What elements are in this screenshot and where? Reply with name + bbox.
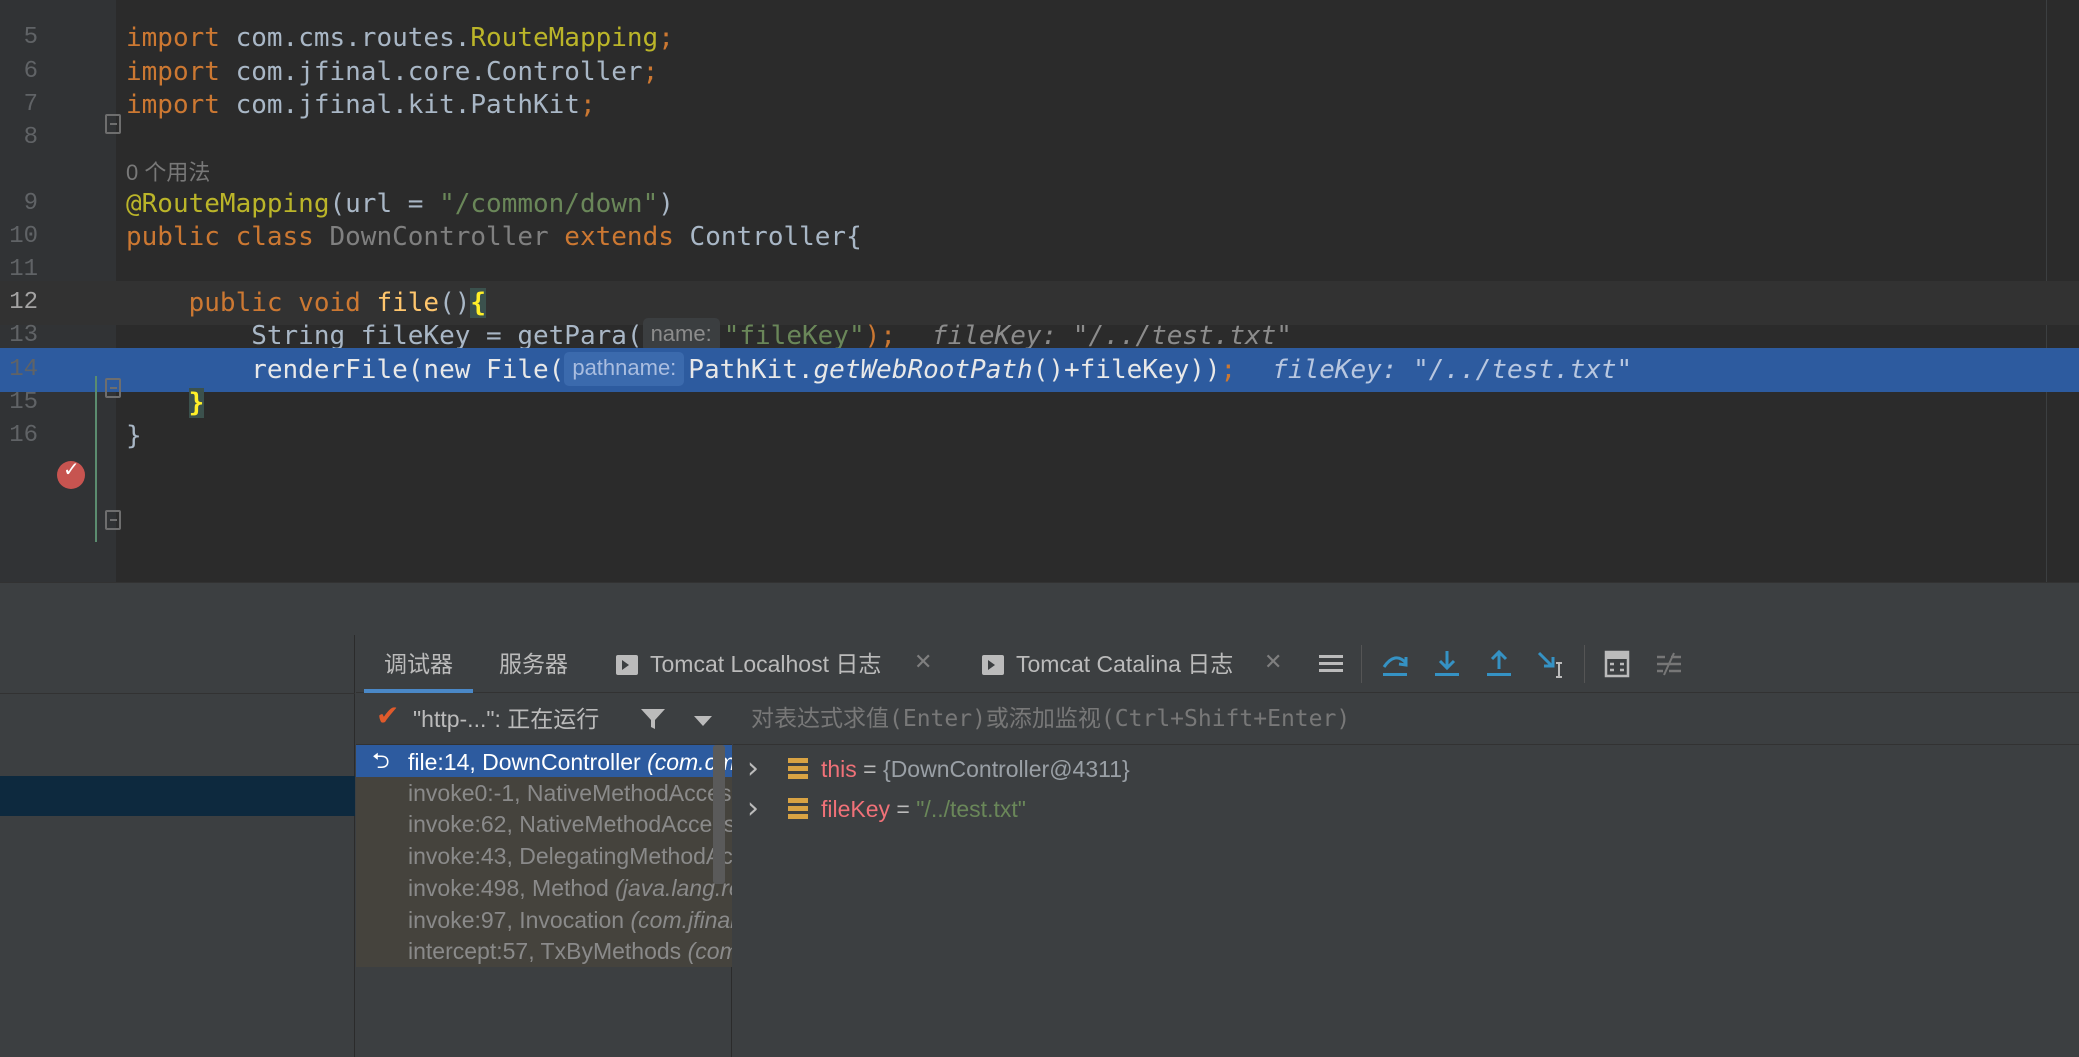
variable-value: "/../test.txt" <box>916 796 1026 822</box>
stack-frame-row[interactable]: ⮌file:14, DownController (com.cms.contro… <box>356 745 732 779</box>
divider <box>0 693 355 694</box>
frame-package: (com.jfinal.aop) <box>630 906 732 933</box>
stack-frame-row[interactable]: invoke:498, Method (java.lang.reflect) <box>356 871 732 904</box>
code-token: import <box>126 23 220 53</box>
tab-tomcat-catalina-log[interactable]: Tomcat Catalina 日志 <box>982 635 1233 693</box>
code-token: com.cms.routes. <box>219 23 471 53</box>
trace-stream-icon[interactable] <box>1652 647 1686 681</box>
code-token: "fileKey" <box>723 321 865 351</box>
breakpoint-icon[interactable] <box>57 457 85 489</box>
frames-scrollbar[interactable] <box>713 745 725 884</box>
evaluate-expression-icon[interactable] <box>1600 647 1634 681</box>
scope-guide <box>95 376 97 542</box>
fold-marker-icon[interactable] <box>105 510 121 530</box>
tab-label: 调试器 <box>384 651 453 677</box>
close-icon[interactable]: ✕ <box>914 635 932 693</box>
line-number[interactable]: 16 <box>0 414 38 458</box>
frame-method: invoke:97, Invocation <box>408 906 631 933</box>
frames-panel: ✔ "http-...": 正在运行 ⮌ file:14, DownControl… <box>356 693 732 1057</box>
code-token: } <box>126 421 142 451</box>
filter-icon[interactable] <box>640 707 666 731</box>
tab-label: Tomcat Catalina 日志 <box>1016 651 1234 677</box>
threads-menu-icon[interactable] <box>1314 647 1348 681</box>
expand-chevron-icon[interactable]: › <box>747 789 759 829</box>
field-icon <box>788 798 808 820</box>
stack-frame-row[interactable]: invoke:62, NativeMethodAccessorImpl (sun… <box>356 808 732 841</box>
frame-method: invoke:43, DelegatingMethodAccessorImpl <box>408 843 732 870</box>
check-icon: ✔ <box>376 699 400 732</box>
variable-name: this <box>821 756 857 782</box>
variable-equals: = <box>890 796 917 822</box>
variable-value: {DownController@4311} <box>883 756 1130 782</box>
inline-debug-value: fileKey: "/../test.txt" <box>931 321 1292 351</box>
variable-row[interactable]: › fileKey = "/../test.txt" <box>733 789 2079 829</box>
tab-label: Tomcat Localhost 日志 <box>650 651 882 677</box>
chevron-down-icon[interactable] <box>694 716 712 726</box>
frame-method: file:14, DownController <box>408 749 648 775</box>
variable-entry: this = {DownController@4311} <box>821 749 1130 789</box>
code-token: ; <box>658 23 674 53</box>
debug-tool-window: 调试器 服务器 Tomcat Localhost 日志 ✕ Tomcat Cat… <box>0 635 2079 1057</box>
code-token: ); <box>864 321 896 351</box>
frame-method: invoke:498, Method <box>408 874 616 901</box>
code-text: } <box>126 414 142 458</box>
evaluate-expression-input[interactable]: 对表达式求值(Enter)或添加监视(Ctrl+Shift+Enter) <box>733 693 2079 745</box>
tab-debugger[interactable]: 调试器 <box>364 635 473 693</box>
code-token: RouteMapping <box>470 23 659 53</box>
fold-marker-icon[interactable] <box>105 378 121 398</box>
terminal-icon <box>616 655 638 675</box>
stack-frame-row[interactable]: invoke:97, Invocation (com.jfinal.aop) <box>356 903 732 936</box>
field-icon <box>788 758 808 780</box>
step-into-icon[interactable] <box>1430 647 1464 681</box>
current-frame-icon: ⮌ <box>372 749 390 774</box>
services-tree <box>0 635 355 1057</box>
variable-row[interactable]: › this = {DownController@4311} <box>733 749 2079 789</box>
code-token: String fileKey = getPara( <box>126 321 643 351</box>
tab-label: 服务器 <box>499 651 568 677</box>
evaluate-placeholder: 对表达式求值(Enter)或添加监视(Ctrl+Shift+Enter) <box>751 706 1351 732</box>
variables-panel: 对表达式求值(Enter)或添加监视(Ctrl+Shift+Enter) › th… <box>733 693 2079 1057</box>
fold-marker-icon[interactable] <box>105 114 121 134</box>
stack-frame-row[interactable]: invoke0:-1, NativeMethodAccessorImpl (su… <box>356 776 732 809</box>
close-icon[interactable]: ✕ <box>1264 635 1282 693</box>
expand-chevron-icon[interactable]: › <box>747 749 759 789</box>
step-out-icon[interactable] <box>1482 647 1516 681</box>
thread-label: "http-...": 正在运行 <box>413 706 600 732</box>
terminal-icon <box>982 655 1004 675</box>
frame-method: invoke0:-1, NativeMethodAccessorImpl <box>408 779 732 806</box>
tab-tomcat-localhost-log[interactable]: Tomcat Localhost 日志 <box>616 635 881 693</box>
frame-method: invoke:62, NativeMethodAccessorImpl <box>408 811 732 838</box>
variable-entry: fileKey = "/../test.txt" <box>821 789 1026 829</box>
toolbar-divider <box>1361 645 1362 683</box>
stack-frame-row[interactable]: invoke:43, DelegatingMethodAccessorImpl … <box>356 840 732 873</box>
debug-tab-bar: 调试器 服务器 Tomcat Localhost 日志 ✕ Tomcat Cat… <box>356 635 2079 693</box>
services-tree-selected-row[interactable] <box>0 776 355 816</box>
frame-method: intercept:57, TxByMethods <box>408 938 688 965</box>
run-to-cursor-icon[interactable] <box>1534 647 1568 681</box>
code-editor[interactable]: 5 import com.cms.routes.RouteMapping; 6 imp… <box>0 0 2079 582</box>
thread-selector[interactable]: ✔ "http-...": 正在运行 <box>356 693 732 745</box>
code-line[interactable]: 16} <box>0 414 2079 458</box>
tab-server[interactable]: 服务器 <box>499 635 568 693</box>
parameter-hint: name: <box>642 318 720 352</box>
variable-name: fileKey <box>821 796 891 822</box>
step-over-icon[interactable] <box>1378 647 1412 681</box>
variable-equals: = <box>856 756 884 782</box>
stack-frame-row[interactable]: intercept:57, TxByMethods (com.jfinal.pl… <box>356 935 732 968</box>
frame-package: (com.jfinal.plugin) <box>687 938 732 965</box>
panel-splitter[interactable] <box>0 582 2079 635</box>
toolbar-divider <box>1584 645 1585 683</box>
